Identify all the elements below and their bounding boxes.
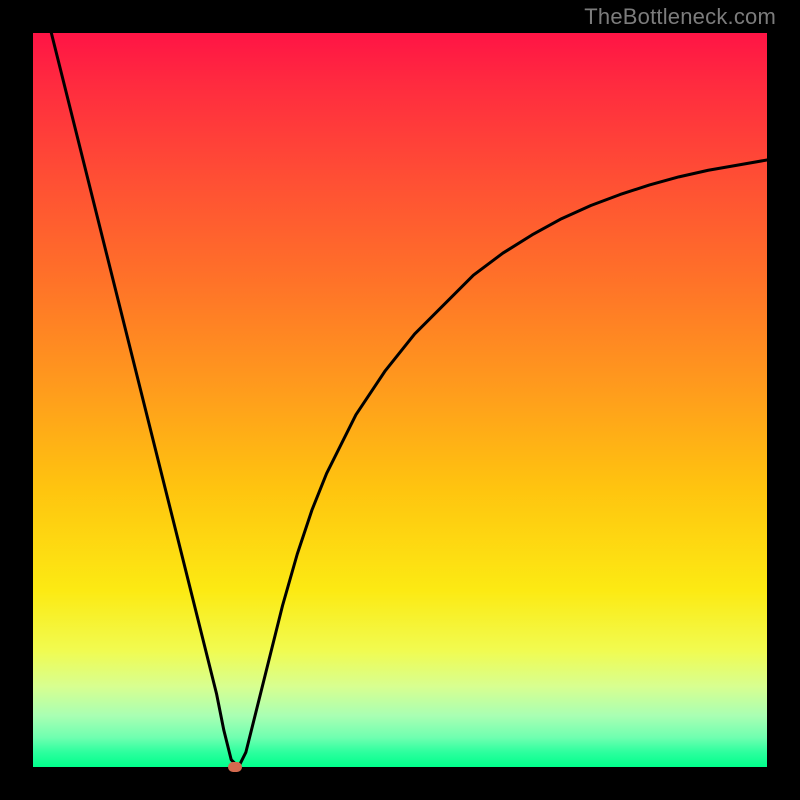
bottleneck-curve (33, 33, 767, 767)
chart-container: TheBottleneck.com (0, 0, 800, 800)
watermark-text: TheBottleneck.com (584, 4, 776, 30)
curve-svg (33, 33, 767, 767)
min-marker-icon (228, 762, 242, 772)
